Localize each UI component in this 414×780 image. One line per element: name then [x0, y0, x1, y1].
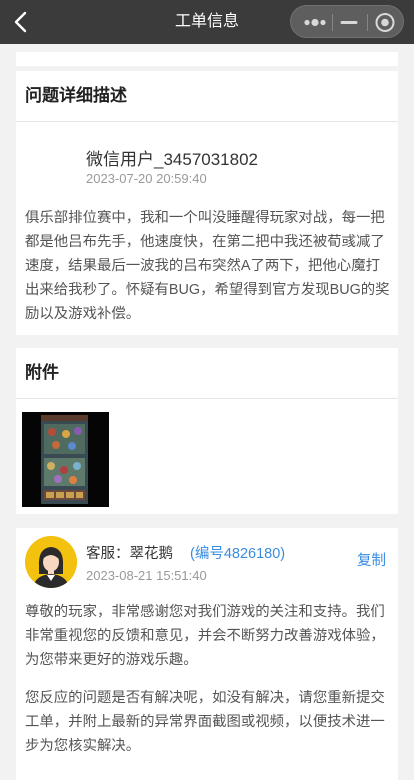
submit-time: 2023-07-20 20:59:40 [86, 171, 207, 186]
game-screenshot-thumbnail [22, 412, 109, 507]
reply-paragraph: 您反应的问题是否有解决呢，如没有解决，请您重新提交工单，并附上最新的异常界面截图… [25, 690, 385, 754]
description-text: 俱乐部排位赛中，我和一个叫没睡醒得玩家对战，每一把都是他吕布先手，他速度快，在第… [25, 210, 390, 322]
back-button[interactable] [6, 6, 38, 38]
attachment-card: 附件 [16, 348, 398, 514]
close-circle-icon [375, 13, 395, 32]
reply-paragraph: 尊敬的玩家，非常感谢您对我们游戏的关注和支持。我们非常重视您的反馈和意见，并会不… [25, 604, 385, 668]
reply-card: 客服：翠花鹅 (编号4826180) 2023-08-21 15:51:40 复… [16, 528, 398, 780]
divider [16, 121, 398, 122]
chevron-left-icon [14, 11, 27, 33]
divider [16, 398, 398, 399]
attachment-thumbnail[interactable] [22, 412, 109, 507]
section-title: 附件 [25, 363, 59, 382]
top-card [16, 52, 398, 66]
navigation-bar: 工单信息 [0, 0, 414, 44]
minimize-button[interactable] [331, 6, 367, 39]
agent-id: (编号4826180) [190, 546, 286, 562]
mini-program-capsule [290, 5, 404, 38]
user-name: 微信用户_3457031802 [86, 150, 259, 169]
section-title: 问题详细描述 [25, 86, 127, 105]
description-card: 问题详细描述 微信用户_3457031802 2023-07-20 20:59:… [16, 71, 398, 335]
customer-service-avatar-icon [25, 536, 77, 588]
close-button[interactable] [367, 6, 403, 39]
agent-name: 客服：翠花鹅 [86, 546, 173, 562]
more-dots-icon [304, 18, 326, 27]
reply-time: 2023-08-21 15:51:40 [86, 568, 207, 583]
minimize-icon [340, 21, 358, 24]
more-button[interactable] [295, 6, 335, 39]
copy-button[interactable]: 复制 [357, 549, 386, 570]
avatar [25, 536, 77, 588]
